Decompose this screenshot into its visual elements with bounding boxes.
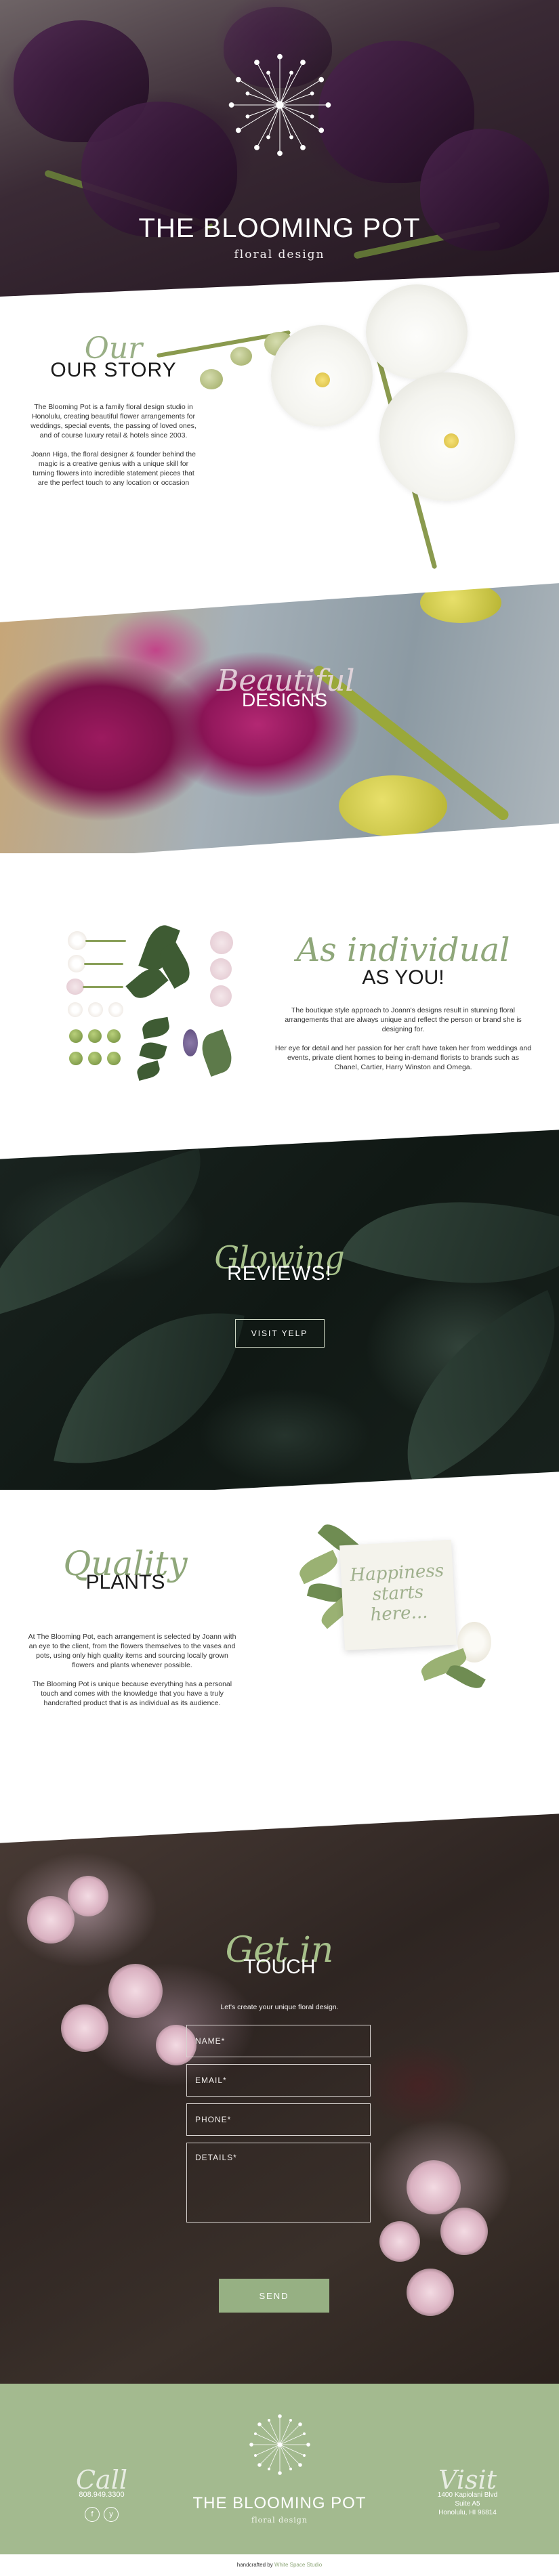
name-field[interactable] xyxy=(186,2025,371,2057)
cherry-blossom xyxy=(440,2208,488,2255)
dandelion-logo-icon xyxy=(228,53,331,156)
contact-section: Get in TOUCH Let's create your unique fl… xyxy=(0,1801,559,2397)
story-paragraph: The Blooming Pot is a family floral desi… xyxy=(30,403,196,439)
cherry-blossom xyxy=(61,2004,108,2052)
credits-bar: handcrafted by White Space Studio xyxy=(0,2554,559,2576)
visit-yelp-button[interactable]: VISIT YELP xyxy=(234,1319,325,1348)
page: THE BLOOMING POT floral design Our OUR S… xyxy=(0,0,559,2576)
our-story-section: Our OUR STORY The Blooming Pot is a fami… xyxy=(0,271,559,603)
hero-logo: THE BLOOMING POT floral design xyxy=(0,47,559,261)
plants-paragraph: At The Blooming Pot, each arrangement is… xyxy=(28,1633,236,1669)
reviews-title: REVIEWS! xyxy=(227,1262,332,1285)
details-field[interactable] xyxy=(186,2143,371,2223)
site-tagline: floral design xyxy=(234,248,325,261)
send-button[interactable]: SEND xyxy=(219,2279,329,2313)
reviews-heading: Glowing REVIEWS! VISIT YELP xyxy=(0,1239,559,1348)
individual-title: AS YOU! xyxy=(362,966,444,989)
orchid-bud xyxy=(230,347,252,366)
site-title: THE BLOOMING POT xyxy=(138,213,421,243)
plants-section: Quality PLANTS At The Blooming Pot, each… xyxy=(0,1490,559,1828)
plants-heading: Quality PLANTS xyxy=(34,1544,217,1618)
call-script-heading: Call xyxy=(75,2465,128,2495)
contact-title: TOUCH xyxy=(243,1956,316,1978)
story-heading: Our OUR STORY xyxy=(27,334,200,393)
reviews-section: Glowing REVIEWS! VISIT YELP xyxy=(0,1124,559,1503)
individual-paragraph: The boutique style approach to Joann's d… xyxy=(285,1006,522,1033)
visit-script-heading: Visit xyxy=(438,2465,497,2495)
dandelion-logo-icon xyxy=(249,2414,310,2475)
story-title: OUR STORY xyxy=(50,359,177,381)
designs-title: DESIGNS xyxy=(241,689,328,710)
contact-form xyxy=(186,2025,371,2229)
orchid-bud xyxy=(339,775,447,836)
individual-script-heading: As individual xyxy=(296,931,510,969)
cherry-blossom xyxy=(407,2269,454,2316)
contact-subtitle: Let's create your unique floral design. xyxy=(220,2003,339,2011)
plants-paragraph: The Blooming Pot is unique because every… xyxy=(32,1680,232,1707)
story-paragraph: Joann Higa, the floral designer & founde… xyxy=(31,450,196,487)
story-script-heading: Our xyxy=(84,331,143,366)
email-field[interactable] xyxy=(186,2064,371,2097)
social-links: f y xyxy=(68,2507,136,2522)
phone-field[interactable] xyxy=(186,2103,371,2136)
white-orchid-flower xyxy=(366,284,468,379)
orchid-center xyxy=(315,372,330,387)
studio-credit-link[interactable]: White Space Studio xyxy=(274,2562,322,2568)
cherry-blossom xyxy=(379,2221,420,2262)
plants-text: At The Blooming Pot, each arrangement is… xyxy=(27,1632,237,1708)
happiness-card: Happiness starts here... xyxy=(339,1539,457,1651)
orchid-center xyxy=(444,433,459,448)
individual-text: The boutique style approach to Joann's d… xyxy=(274,1006,532,1072)
designs-bottom-edge xyxy=(0,822,559,853)
story-block: Our OUR STORY The Blooming Pot is a fami… xyxy=(27,334,200,488)
plants-title: PLANTS xyxy=(85,1571,165,1593)
cherry-blossom xyxy=(68,1876,108,1916)
credits-prefix: handcrafted by xyxy=(236,2562,273,2568)
cherry-blossom xyxy=(407,2160,461,2214)
orchid-bud xyxy=(200,369,223,389)
designs-section: Beautiful DESIGNS xyxy=(0,582,559,853)
leaf-decoration xyxy=(295,1549,341,1585)
individual-paragraph: Her eye for detail and her passion for h… xyxy=(274,1044,532,1071)
facebook-icon[interactable]: f xyxy=(85,2507,100,2522)
address-line: Suite A5 xyxy=(455,2500,480,2508)
footer: THE BLOOMING POT floral design Call 808.… xyxy=(0,2384,559,2554)
card-text: Happiness starts here... xyxy=(349,1560,444,1626)
leaf-decoration xyxy=(446,1660,486,1693)
contact-heading: Get in TOUCH Let's create your unique fl… xyxy=(0,1930,559,2011)
flower-flatlay-image xyxy=(61,918,251,1087)
address-line: Honolulu, HI 96814 xyxy=(438,2509,497,2516)
hero-section: THE BLOOMING POT floral design xyxy=(0,0,559,298)
contact-top-edge xyxy=(0,1801,559,1844)
reviews-top-edge xyxy=(0,1124,559,1160)
footer-visit: Visit 1400 Kapiolani Blvd Suite A5 Honol… xyxy=(427,2465,508,2517)
footer-call: Call 808.949.3300 f y xyxy=(68,2465,136,2522)
individual-section: As individual AS YOU! The boutique style… xyxy=(0,853,559,1151)
individual-heading: As individual AS YOU! xyxy=(271,931,535,989)
yelp-icon[interactable]: y xyxy=(104,2507,119,2522)
